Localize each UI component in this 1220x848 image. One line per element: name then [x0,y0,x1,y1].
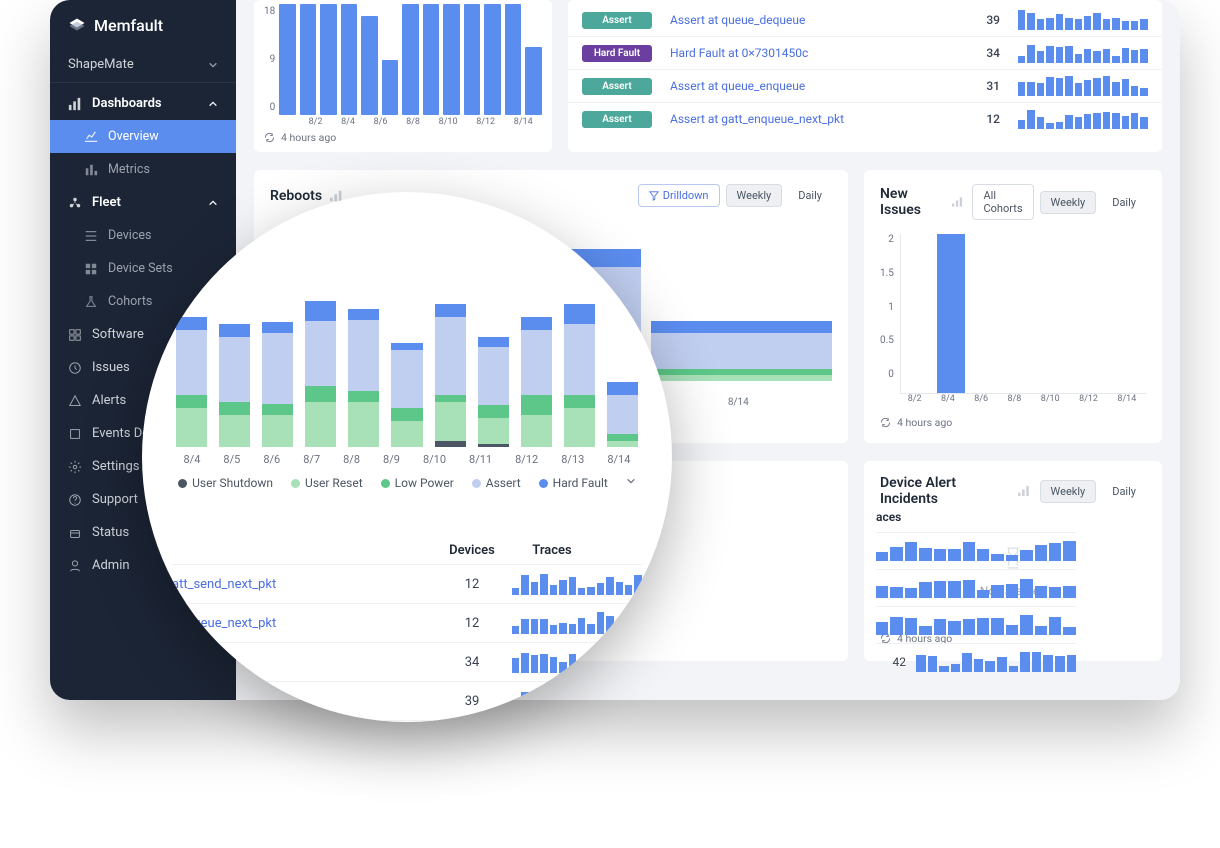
new-issues-card: New Issues All Cohorts Weekly Daily 21.5… [864,170,1162,443]
refresh-row: 4 hours ago [264,127,542,144]
chart-icon [84,130,98,144]
weekly-toggle[interactable]: Weekly [726,184,783,207]
issue-badge: Assert [582,111,652,128]
sparkline [876,615,1076,635]
sparkline [512,573,642,595]
refresh-row: 4 hours ago [880,412,1146,429]
issue-link[interactable]: Hard Fault at 0×7301450c [670,46,950,60]
dashboard-icon [68,97,82,111]
drilldown-button[interactable]: Drilldown [638,184,720,207]
brand-name: Memfault [94,16,163,35]
project-name: ShapeMate [68,57,134,72]
chevron-down-icon[interactable] [626,476,636,486]
table-row[interactable]: 42 [172,720,642,722]
status-icon [68,526,82,540]
alert-icon [68,394,82,408]
gear-icon [68,460,82,474]
table-row[interactable]: att_send_next_pkt12 [172,564,642,603]
grid-icon [84,262,98,276]
issues-bars [900,234,1146,394]
top-bar-chart-card: 1890 8/28/48/68/88/108/128/14 4 hours ag… [254,0,552,152]
sparkline [876,578,1076,598]
software-icon [68,328,82,342]
daily-toggle[interactable]: Daily [788,185,832,206]
issue-count: 34 [950,46,1000,60]
nav-dashboards[interactable]: Dashboards [50,87,236,120]
memfault-logo-icon [68,17,86,35]
issue-count: 31 [950,79,1000,93]
sparkline [1018,76,1148,96]
issue-count: 12 [950,112,1000,126]
metrics-icon [84,163,98,177]
alerts-title: Device Alert Incidents [880,475,1010,507]
nav-fleet[interactable]: Fleet [50,186,236,219]
issue-badge: Assert [582,78,652,95]
issues-icon [68,361,82,375]
project-selector[interactable]: ShapeMate [50,47,236,83]
issue-link[interactable]: Assert at gatt_enqueue_next_pkt [670,112,950,126]
nav-overview[interactable]: Overview [50,120,236,153]
zoom-x-axis: 8/48/58/68/78/88/98/108/118/128/138/14 [172,453,642,466]
bg-traces-partial: aces 42 [876,510,1076,680]
issues-x-axis: 8/28/48/68/88/108/128/14 [880,394,1146,404]
sparkline [916,652,1076,672]
x-axis: 8/28/48/68/88/108/128/14 [279,117,542,127]
sparkline [876,541,1076,561]
sparkline [1018,43,1148,63]
zoom-reboots-chart: 8/48/58/68/78/88/98/108/118/128/138/14 U… [172,287,642,507]
top-issues-table: Assert Assert at queue_dequeue39 Hard Faul… [568,0,1162,152]
list-icon [84,229,98,243]
issue-count: 39 [950,13,1000,27]
issue-badge: Hard Fault [582,45,652,62]
all-cohorts-button[interactable]: All Cohorts [972,184,1033,220]
issue-row[interactable]: Assert Assert at gatt_enqueue_next_pkt12 [568,103,1162,135]
sparkline [1018,109,1148,129]
issue-link[interactable]: att_send_next_pkt [172,577,432,592]
chevron-up-icon [208,99,218,109]
daily-toggle[interactable]: Daily [1102,481,1146,502]
reboots-title: Reboots [270,188,322,204]
sparkline [1018,10,1148,30]
fleet-icon [68,196,82,210]
weekly-toggle[interactable]: Weekly [1040,480,1097,503]
daily-toggle[interactable]: Daily [1102,192,1146,213]
logo-row: Memfault [50,0,236,47]
refresh-icon[interactable] [880,417,891,428]
funnel-icon [649,191,659,201]
weekly-toggle[interactable]: Weekly [1040,191,1097,214]
flask-icon [84,295,98,309]
support-icon [68,493,82,507]
chevron-down-icon [208,60,218,70]
chevron-up-icon [208,198,218,208]
admin-icon [68,559,82,573]
zoom-lens: 8/48/58/68/78/88/98/108/118/128/138/14 U… [142,192,672,722]
issues-y-axis: 21.510.50 [880,234,900,394]
signal-icon [1018,485,1031,497]
debug-icon [68,427,82,441]
signal-icon [952,196,964,208]
nav-metrics[interactable]: Metrics [50,153,236,186]
y-axis: 1890 [264,4,279,127]
zoom-legend: User Shutdown User Reset Low Power Asser… [172,476,642,490]
issue-link[interactable]: enqueue_next_pkt [172,616,432,631]
refresh-icon[interactable] [264,132,275,143]
issue-badge: Assert [582,12,652,29]
issue-link[interactable]: Assert at queue_enqueue [670,79,950,93]
top-bars [279,4,542,117]
issue-row[interactable]: Assert Assert at queue_dequeue39 [568,4,1162,37]
issue-link[interactable]: Assert at queue_dequeue [670,13,950,27]
table-row[interactable]: enqueue_next_pkt12 [172,603,642,642]
new-issues-title: New Issues [880,186,944,218]
issue-row[interactable]: Hard Fault Hard Fault at 0×7301450c34 [568,37,1162,70]
nav-devices[interactable]: Devices [50,219,236,252]
issue-row[interactable]: Assert Assert at queue_enqueue31 [568,70,1162,103]
